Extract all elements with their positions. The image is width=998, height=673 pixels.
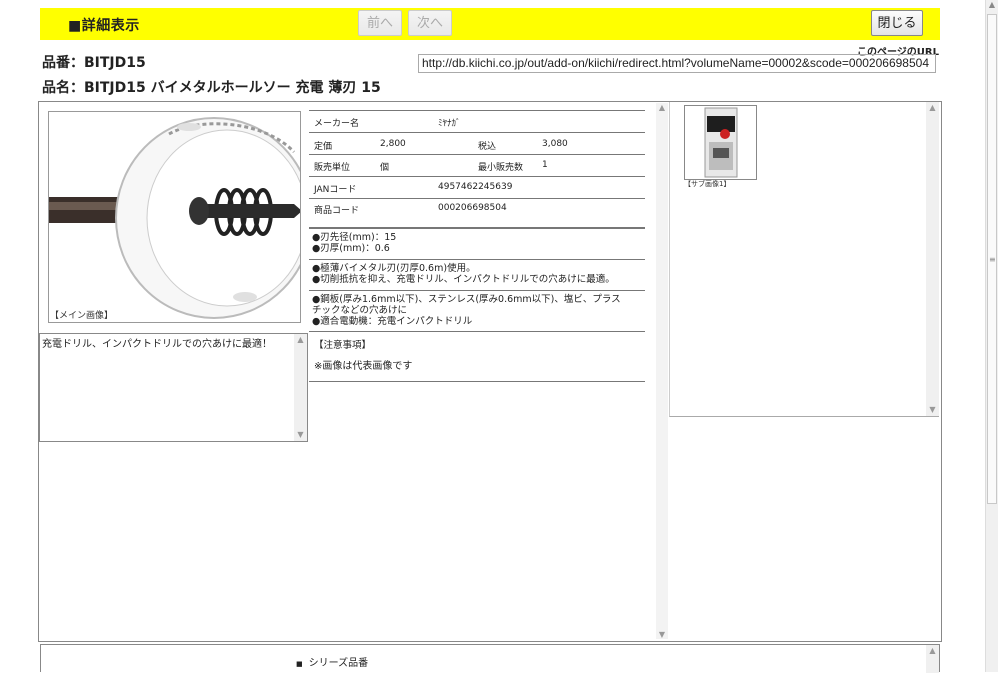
feature-line: ●極薄バイメタル刃(刃厚0.6m)使用。 (312, 263, 476, 274)
series-label: ■ シリーズ品番 (296, 658, 369, 669)
scroll-down-arrow-icon[interactable]: ▼ (294, 429, 307, 441)
unit-value: 個 (380, 163, 390, 173)
maker-value: ﾐﾔﾅｶﾞ (438, 119, 461, 129)
min-qty-label: 最小販売数 (478, 163, 524, 173)
main-image-caption: 【メイン画像】 (50, 308, 114, 321)
content-scrollbar[interactable]: ▲ ▼ (656, 103, 668, 639)
spec-row-maker: メーカー名 ﾐﾔﾅｶﾞ (309, 110, 645, 132)
feature-line: チックなどの穴あけに (312, 305, 408, 316)
feature-line: ●鋼板(厚み1.6mm以下)、ステンレス(厚み0.6mm以下)、塩ビ、プラス (312, 294, 621, 305)
notes-heading: 【注意事項】 (314, 340, 372, 351)
features-group-3: ●鋼板(厚み1.6mm以下)、ステンレス(厚み0.6mm以下)、塩ビ、プラス チ… (309, 290, 645, 332)
scroll-up-arrow-icon[interactable]: ▲ (926, 645, 939, 657)
grip-icon: ≡ (989, 255, 996, 264)
prev-button[interactable]: 前へ (358, 10, 402, 36)
hole-saw-image (49, 117, 300, 319)
tax-in-value: 3,080 (542, 139, 568, 149)
features-group-1: ●刃先径(mm)：15 ●刃厚(mm)：0.6 (309, 228, 645, 259)
min-qty-value: 1 (542, 160, 548, 170)
scrollbar-thumb[interactable]: ≡ (987, 14, 997, 504)
notes-divider (309, 381, 645, 382)
feature-line: ●適合電動機：充電インパクトドリル (312, 316, 473, 327)
series-scrollbar[interactable]: ▲ (926, 645, 939, 673)
spec-row-price: 定価 2,800 税込 3,080 (309, 132, 645, 154)
maker-label: メーカー名 (314, 119, 360, 129)
sub-image-caption: 【サブ画像1】 (684, 180, 731, 188)
close-button[interactable]: 閉じる (871, 10, 923, 36)
scroll-up-arrow-icon[interactable]: ▲ (656, 103, 668, 112)
description-box[interactable]: 充電ドリル、インパクトドリルでの穴あけに最適！ ▲ ▼ (39, 333, 308, 442)
scroll-down-arrow-icon[interactable]: ▼ (926, 404, 939, 416)
main-product-image[interactable]: 【メイン画像】 (48, 111, 301, 323)
series-panel: ▲ (40, 644, 940, 673)
list-price-label: 定価 (314, 142, 333, 152)
feature-line: ●刃厚(mm)：0.6 (312, 243, 390, 254)
jan-value: 4957462245639 (438, 182, 513, 192)
scroll-down-arrow-icon[interactable]: ▼ (656, 630, 668, 639)
notes-body: ※画像は代表画像です (314, 361, 413, 372)
scroll-up-arrow-icon[interactable]: ▲ (926, 102, 939, 114)
unit-label: 販売単位 (314, 163, 351, 173)
list-price-value: 2,800 (380, 139, 406, 149)
header-bar: ■詳細表示 前へ 次へ 閉じる (40, 8, 940, 40)
scroll-up-arrow-icon[interactable]: ▲ (986, 0, 998, 12)
description-text: 充電ドリル、インパクトドリルでの穴あけに最適！ (42, 339, 272, 350)
window-scrollbar[interactable]: ▲ ≡ (985, 0, 998, 672)
feature-line: ●切削抵抗を抑え、充電ドリル、インパクトドリルでの穴あけに最適。 (312, 274, 615, 285)
product-number: 品番：BITJD15 (42, 55, 146, 71)
next-button[interactable]: 次へ (408, 10, 452, 36)
page-title: ■詳細表示 (68, 18, 140, 34)
spec-row-jan: JANコード 4957462245639 (309, 176, 645, 198)
jan-label: JANコード (314, 185, 357, 195)
features-group-2: ●極薄バイメタル刃(刃厚0.6m)使用。 ●切削抵抗を抑え、充電ドリル、インパク… (309, 259, 645, 290)
spec-row-code: 商品コード 000206698504 (309, 198, 645, 228)
sub-image-scrollbar[interactable]: ▲ ▼ (926, 102, 939, 416)
tax-in-label: 税込 (478, 142, 497, 152)
feature-line: ●刃先径(mm)：15 (312, 232, 397, 243)
spec-row-unit: 販売単位 個 最小販売数 1 (309, 154, 645, 176)
package-image (704, 107, 738, 178)
product-name: 品名：BITJD15 バイメタルホールソー 充電 薄刃 15 (42, 80, 381, 96)
description-scrollbar[interactable]: ▲ ▼ (294, 334, 307, 441)
scroll-up-arrow-icon[interactable]: ▲ (294, 334, 307, 346)
code-value: 000206698504 (438, 203, 507, 213)
page-url-field[interactable]: http://db.kiichi.co.jp/out/add-on/kiichi… (418, 54, 936, 73)
sub-image-thumbnail[interactable] (684, 105, 757, 180)
code-label: 商品コード (314, 206, 360, 216)
bullet-icon: ■ (296, 660, 303, 668)
